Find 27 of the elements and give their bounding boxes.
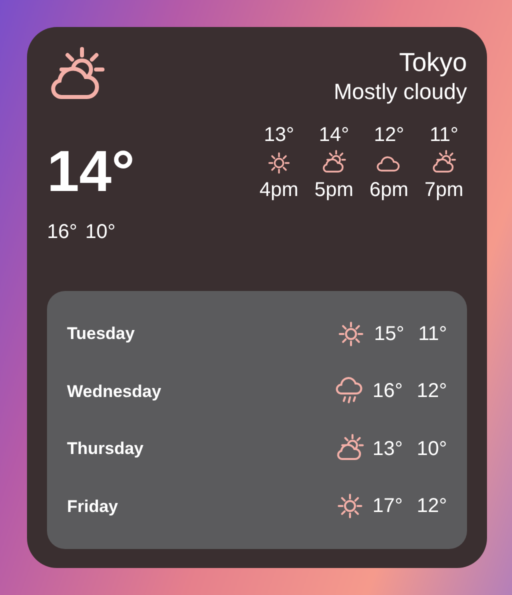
rain-cloud-icon (334, 376, 364, 406)
weather-condition: Mostly cloudy (334, 78, 467, 106)
high-temperature: 13° (372, 436, 403, 462)
day-name: Tuesday (67, 323, 136, 345)
high-temperature: 17° (372, 494, 403, 520)
hourly-temperature: 14° (318, 123, 350, 148)
low-temperature: 12° (416, 494, 447, 520)
low-temperature: 11° (418, 322, 447, 347)
current-temperature: 14° (47, 143, 135, 201)
city-name: Tokyo (398, 47, 467, 78)
hour-label: 5pm (314, 178, 354, 203)
day-name: Friday (67, 496, 120, 518)
hourly-temperature: 11° (430, 123, 458, 148)
hour-label: 7pm (424, 178, 464, 203)
low-temperature: 10° (416, 436, 447, 462)
day-name: Thursday (67, 438, 145, 460)
high-temperature: 16° (47, 220, 78, 245)
hourly-temperature: 12° (374, 123, 404, 148)
low-temperature: 10° (85, 220, 116, 245)
day-name: Wednesday (67, 380, 162, 402)
hour-label: 4pm (260, 178, 298, 203)
hourly-temperature: 13° (264, 123, 294, 148)
sun-icon (266, 150, 292, 176)
low-temperature: 12° (416, 379, 447, 404)
high-temperature: 16° (372, 379, 403, 404)
high-temperature: 15° (374, 322, 404, 347)
hour-label: 6pm (370, 178, 408, 203)
